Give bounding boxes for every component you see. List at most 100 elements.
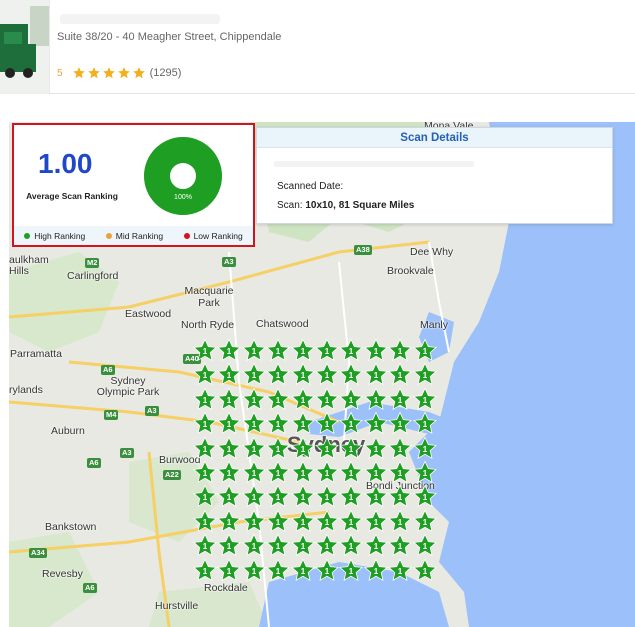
grid-pin[interactable]: 1 — [290, 387, 316, 413]
grid-pin[interactable]: 1 — [363, 484, 389, 510]
grid-pin[interactable]: 1 — [314, 484, 340, 510]
grid-pin[interactable]: 1 — [412, 362, 438, 388]
grid-pin[interactable]: 1 — [241, 338, 267, 364]
grid-pin[interactable]: 1 — [192, 362, 218, 388]
grid-pin[interactable]: 1 — [412, 533, 438, 559]
grid-pin[interactable]: 1 — [192, 484, 218, 510]
grid-pin[interactable]: 1 — [412, 411, 438, 437]
grid-pin[interactable]: 1 — [387, 484, 413, 510]
grid-pin[interactable]: 1 — [387, 338, 413, 364]
grid-pin[interactable]: 1 — [412, 484, 438, 510]
grid-pin[interactable]: 1 — [216, 484, 242, 510]
grid-pin[interactable]: 1 — [387, 387, 413, 413]
grid-pin[interactable]: 1 — [265, 362, 291, 388]
grid-pin[interactable]: 1 — [216, 387, 242, 413]
grid-pin[interactable]: 1 — [338, 533, 364, 559]
grid-pin[interactable]: 1 — [387, 460, 413, 486]
grid-pin[interactable]: 1 — [338, 411, 364, 437]
grid-pin[interactable]: 1 — [216, 460, 242, 486]
grid-pin[interactable]: 1 — [192, 436, 218, 462]
grid-pin[interactable]: 1 — [363, 362, 389, 388]
grid-pin[interactable]: 1 — [314, 509, 340, 535]
grid-pin[interactable]: 1 — [338, 460, 364, 486]
grid-pin[interactable]: 1 — [412, 338, 438, 364]
grid-pin[interactable]: 1 — [314, 460, 340, 486]
grid-pin[interactable]: 1 — [265, 484, 291, 510]
grid-pin[interactable]: 1 — [216, 558, 242, 584]
grid-pin[interactable]: 1 — [363, 411, 389, 437]
grid-pin[interactable]: 1 — [363, 387, 389, 413]
grid-pin[interactable]: 1 — [314, 411, 340, 437]
grid-pin[interactable]: 1 — [290, 558, 316, 584]
grid-pin[interactable]: 1 — [265, 558, 291, 584]
grid-pin[interactable]: 1 — [265, 533, 291, 559]
grid-pin[interactable]: 1 — [338, 362, 364, 388]
grid-pin[interactable]: 1 — [216, 362, 242, 388]
grid-pin[interactable]: 1 — [387, 362, 413, 388]
grid-pin[interactable]: 1 — [338, 484, 364, 510]
grid-pin[interactable]: 1 — [412, 460, 438, 486]
grid-pin[interactable]: 1 — [363, 533, 389, 559]
grid-pin[interactable]: 1 — [241, 362, 267, 388]
grid-pin[interactable]: 1 — [412, 509, 438, 535]
grid-pin[interactable]: 1 — [241, 387, 267, 413]
grid-pin[interactable]: 1 — [338, 387, 364, 413]
grid-pin[interactable]: 1 — [216, 338, 242, 364]
grid-pin[interactable]: 1 — [412, 387, 438, 413]
grid-pin[interactable]: 1 — [314, 558, 340, 584]
grid-pin[interactable]: 1 — [290, 436, 316, 462]
grid-pin[interactable]: 1 — [192, 533, 218, 559]
grid-pin[interactable]: 1 — [363, 509, 389, 535]
grid-pin[interactable]: 1 — [290, 509, 316, 535]
grid-pin[interactable]: 1 — [192, 411, 218, 437]
grid-pin[interactable]: 1 — [216, 411, 242, 437]
grid-pin[interactable]: 1 — [290, 460, 316, 486]
grid-pin[interactable]: 1 — [314, 338, 340, 364]
grid-pin[interactable]: 1 — [290, 338, 316, 364]
grid-pin[interactable]: 1 — [192, 509, 218, 535]
grid-pin[interactable]: 1 — [241, 558, 267, 584]
grid-pin[interactable]: 1 — [265, 436, 291, 462]
grid-pin[interactable]: 1 — [265, 460, 291, 486]
grid-pin[interactable]: 1 — [265, 509, 291, 535]
grid-pin[interactable]: 1 — [314, 362, 340, 388]
grid-pin[interactable]: 1 — [387, 509, 413, 535]
grid-pin[interactable]: 1 — [338, 436, 364, 462]
grid-pin[interactable]: 1 — [412, 558, 438, 584]
grid-pin[interactable]: 1 — [363, 460, 389, 486]
grid-pin[interactable]: 1 — [265, 411, 291, 437]
grid-pin[interactable]: 1 — [387, 411, 413, 437]
grid-pin[interactable]: 1 — [216, 533, 242, 559]
grid-pin[interactable]: 1 — [192, 460, 218, 486]
grid-pin[interactable]: 1 — [265, 387, 291, 413]
grid-pin[interactable]: 1 — [338, 558, 364, 584]
grid-pin[interactable]: 1 — [387, 436, 413, 462]
grid-pin[interactable]: 1 — [338, 509, 364, 535]
grid-pin[interactable]: 1 — [192, 338, 218, 364]
grid-pin[interactable]: 1 — [314, 533, 340, 559]
grid-pin[interactable]: 1 — [338, 338, 364, 364]
grid-pin[interactable]: 1 — [290, 533, 316, 559]
grid-pin[interactable]: 1 — [241, 460, 267, 486]
grid-pin[interactable]: 1 — [314, 436, 340, 462]
grid-pin[interactable]: 1 — [387, 558, 413, 584]
grid-pin[interactable]: 1 — [192, 558, 218, 584]
grid-pin[interactable]: 1 — [363, 338, 389, 364]
grid-pin[interactable]: 1 — [241, 509, 267, 535]
grid-pin[interactable]: 1 — [241, 484, 267, 510]
grid-pin[interactable]: 1 — [192, 387, 218, 413]
grid-pin[interactable]: 1 — [387, 533, 413, 559]
grid-pin[interactable]: 1 — [314, 387, 340, 413]
grid-pin[interactable]: 1 — [241, 436, 267, 462]
grid-pin[interactable]: 1 — [412, 436, 438, 462]
grid-pin[interactable]: 1 — [241, 411, 267, 437]
grid-pin[interactable]: 1 — [241, 533, 267, 559]
grid-pin[interactable]: 1 — [216, 436, 242, 462]
grid-pin[interactable]: 1 — [290, 362, 316, 388]
grid-pin[interactable]: 1 — [363, 436, 389, 462]
grid-pin[interactable]: 1 — [290, 484, 316, 510]
grid-pin[interactable]: 1 — [265, 338, 291, 364]
grid-pin[interactable]: 1 — [216, 509, 242, 535]
grid-pin[interactable]: 1 — [290, 411, 316, 437]
grid-pin[interactable]: 1 — [363, 558, 389, 584]
